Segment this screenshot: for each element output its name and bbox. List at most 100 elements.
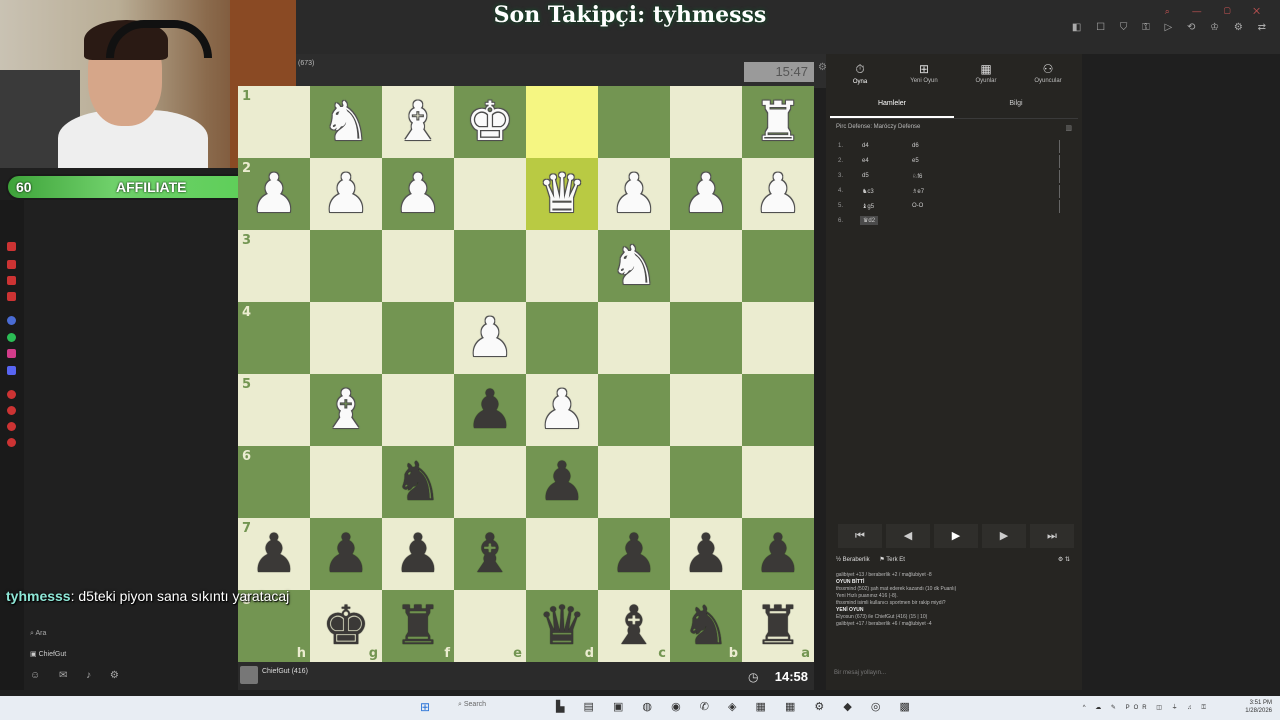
white-pawn-icon[interactable]: ♟ — [682, 167, 730, 221]
board-square[interactable] — [598, 374, 670, 446]
white-queen-icon[interactable]: ♛ — [538, 167, 586, 221]
board-square[interactable]: 3 — [238, 230, 310, 302]
white-pawn-icon[interactable]: ♟ — [610, 167, 658, 221]
white-rook-icon[interactable]: ♜ — [754, 95, 802, 149]
black-move[interactable]: e5 — [912, 158, 919, 164]
white-move[interactable]: ♝g5 — [862, 203, 874, 210]
board-square[interactable]: 7 ♟ — [238, 518, 310, 590]
app-icon[interactable] — [7, 406, 16, 415]
black-queen-icon[interactable]: ♛ — [538, 599, 586, 653]
board-square[interactable]: c ♝ — [598, 590, 670, 662]
board-square[interactable] — [598, 446, 670, 518]
white-pawn-icon[interactable]: ♟ — [754, 167, 802, 221]
board-square[interactable]: ♟ — [670, 518, 742, 590]
black-move[interactable]: O-O — [912, 203, 923, 209]
board-square[interactable] — [742, 374, 814, 446]
app-icon[interactable] — [7, 390, 16, 399]
board-square[interactable] — [382, 302, 454, 374]
tab-info[interactable]: Bilgi — [954, 100, 1078, 107]
white-knight-icon[interactable]: ♞ — [610, 239, 658, 293]
play-button[interactable]: ▶ — [934, 524, 978, 548]
white-pawn-icon[interactable]: ♟ — [538, 383, 586, 437]
board-square[interactable]: ♟ — [742, 518, 814, 590]
black-bishop-icon[interactable]: ♝ — [466, 527, 514, 581]
black-move[interactable]: ♗e7 — [912, 188, 924, 195]
board-square[interactable]: g ♚ — [310, 590, 382, 662]
board-square[interactable]: ♟ — [670, 158, 742, 230]
board-square[interactable]: ♞ — [310, 86, 382, 158]
app-icon[interactable] — [7, 242, 16, 251]
board-square[interactable]: ♚ — [454, 86, 526, 158]
white-bishop-icon[interactable]: ♝ — [322, 383, 370, 437]
board-square[interactable] — [310, 302, 382, 374]
white-king-icon[interactable]: ♚ — [466, 95, 514, 149]
app-icon[interactable] — [7, 438, 16, 447]
black-king-icon[interactable]: ♚ — [322, 599, 370, 653]
board-square[interactable] — [382, 374, 454, 446]
board-square[interactable]: d ♛ — [526, 590, 598, 662]
board-square[interactable]: 5 — [238, 374, 310, 446]
book-icon[interactable]: ▥ — [1065, 124, 1072, 132]
black-pawn-icon[interactable]: ♟ — [250, 527, 298, 581]
board-square[interactable] — [598, 86, 670, 158]
board-square[interactable]: ♝ — [454, 518, 526, 590]
white-move[interactable]: d5 — [862, 173, 869, 179]
taskbar-icons[interactable]: ⊞ — [420, 700, 439, 714]
board-square[interactable]: f ♜ — [382, 590, 454, 662]
white-bishop-icon[interactable]: ♝ — [394, 95, 442, 149]
app-icon[interactable] — [7, 422, 16, 431]
black-pawn-icon[interactable]: ♟ — [754, 527, 802, 581]
instagram-icon[interactable] — [7, 349, 16, 358]
board-square[interactable] — [670, 230, 742, 302]
black-move[interactable]: ♘f6 — [912, 173, 922, 180]
black-rook-icon[interactable]: ♜ — [754, 599, 802, 653]
board-square[interactable]: b ♞ — [670, 590, 742, 662]
chess-board[interactable]: 1 ♞ ♝ ♚ ♜ 2 ♟ ♟ ♟ ♛ ♟ ♟ ♟ 3 ♞ 4 ♟ 5 ♝ ♟ ♟ 6 ♞ ♟ 7 ♟ ♟ ♟ ♝ ♟ ♟ ♟ 8 h g ♚ f ♜ e d… — [238, 86, 814, 662]
black-rook-icon[interactable]: ♜ — [394, 599, 442, 653]
board-square[interactable]: ♟ — [742, 158, 814, 230]
system-tray-icons[interactable]: ^ ☁ ✎ POR ◫ ⏚ ♫ ⚿ — [1083, 702, 1210, 712]
board-square[interactable] — [670, 374, 742, 446]
board-square[interactable] — [526, 302, 598, 374]
friends-user[interactable]: ▣ ChiefGut — [30, 650, 66, 658]
whatsapp-icon[interactable] — [7, 333, 16, 342]
board-square[interactable] — [598, 302, 670, 374]
black-pawn-icon[interactable]: ♟ — [610, 527, 658, 581]
app-icon[interactable] — [7, 292, 16, 301]
board-square[interactable]: ♛ — [526, 158, 598, 230]
board-square[interactable]: ♟ — [526, 446, 598, 518]
board-square[interactable]: ♜ — [742, 86, 814, 158]
board-square[interactable]: 1 — [238, 86, 310, 158]
white-move[interactable]: e4 — [862, 158, 869, 164]
tab-players[interactable]: ⚇ Oyuncular — [1016, 62, 1080, 84]
board-square[interactable] — [742, 446, 814, 518]
board-square[interactable] — [454, 230, 526, 302]
browser-toolbar-icons[interactable]: ◧ ☐ ⛉ ⚿ ▷ ⟲ ♔ ⚙ ⇄ — [1072, 22, 1272, 33]
next-move-button[interactable]: ▶ — [982, 524, 1026, 548]
last-move-button[interactable]: ⏭ — [1030, 524, 1074, 548]
first-move-button[interactable]: ⏮ — [838, 524, 882, 548]
board-square[interactable]: 4 — [238, 302, 310, 374]
black-pawn-icon[interactable]: ♟ — [538, 455, 586, 509]
resign-button[interactable]: ⚑ Terk Et — [879, 557, 905, 563]
white-move[interactable]: d4 — [862, 143, 869, 149]
prev-move-button[interactable]: ◀ — [886, 524, 930, 548]
board-square[interactable]: ♝ — [310, 374, 382, 446]
board-square[interactable] — [670, 446, 742, 518]
taskbar-search[interactable]: ⌕ Search — [448, 701, 558, 714]
board-square[interactable]: ♟ — [454, 302, 526, 374]
pinned-app-icons[interactable]: ▙ ▤ ▣ ◍ ◉ ✆ ◈ ▦ ▦ ⚙ ◆ ◎ ▩ — [556, 700, 918, 713]
black-pawn-icon[interactable]: ♟ — [682, 527, 730, 581]
board-square[interactable]: a ♜ — [742, 590, 814, 662]
board-square[interactable]: ♞ — [598, 230, 670, 302]
board-square[interactable]: ♟ — [526, 374, 598, 446]
windows-icon[interactable]: ⊞ — [420, 700, 439, 714]
board-square[interactable]: e — [454, 590, 526, 662]
board-square[interactable]: ♟ — [454, 374, 526, 446]
board-square[interactable] — [526, 230, 598, 302]
messenger-icon[interactable] — [7, 316, 16, 325]
chat-settings-icon[interactable]: ⚙ ⇅ — [1058, 556, 1070, 563]
window-controls[interactable]: ⌕ — ▢ ✕ — [1165, 6, 1270, 17]
black-pawn-icon[interactable]: ♟ — [466, 383, 514, 437]
board-square[interactable]: ♟ — [598, 158, 670, 230]
